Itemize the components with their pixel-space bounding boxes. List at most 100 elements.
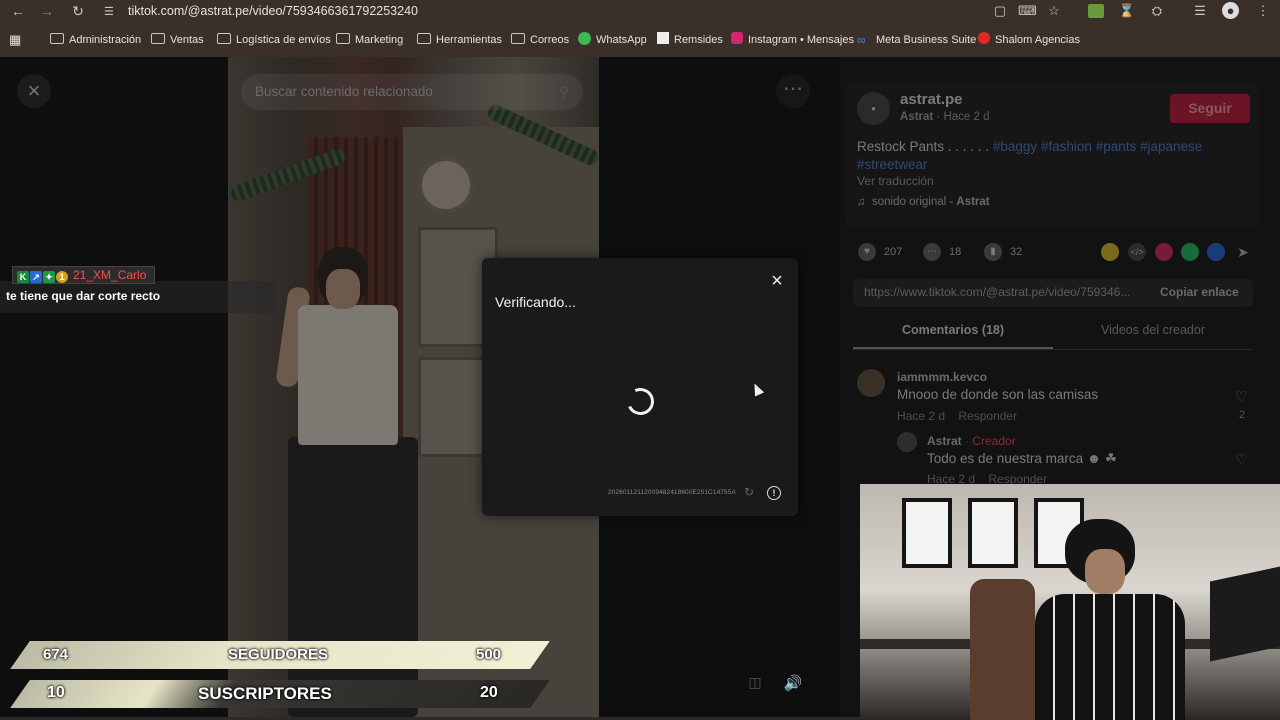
search-related-input[interactable]: Buscar contenido relacionado ⚲ [241, 74, 583, 110]
subs-label: SUSCRIPTORES [198, 684, 332, 703]
address-bar[interactable]: ☰ tiktok.com/@astrat.pe/video/75934663617… [104, 1, 984, 21]
bookmark-logistica[interactable]: Logística de envíos [217, 29, 331, 51]
bookmark-herramientas[interactable]: Herramientas [417, 29, 502, 51]
sound-link[interactable]: ♫ sonido original - Astrat [857, 196, 990, 208]
wall-poster [968, 498, 1018, 568]
forward-icon[interactable]: → [38, 2, 56, 20]
share-arrow-icon[interactable]: ➤ [1234, 243, 1252, 261]
more-options-button[interactable]: ⋯ [776, 74, 810, 108]
follow-button[interactable]: Seguir [1170, 94, 1250, 123]
creator-reply-avatar[interactable] [897, 432, 917, 452]
bookmark-whatsapp[interactable]: WhatsApp [578, 29, 647, 51]
bookmark-administracion[interactable]: Administración [50, 29, 141, 51]
share-friends-icon[interactable] [1101, 243, 1119, 261]
bookmark-label: Remsides [674, 34, 723, 46]
wall-poster [902, 498, 952, 568]
browser-menu-icon[interactable]: ⋮ [1254, 2, 1272, 20]
sound-author: Astrat [956, 196, 990, 208]
share-send-icon[interactable] [1155, 243, 1173, 261]
bookmark-label: Logística de envíos [236, 34, 331, 46]
bookmark-label: Meta Business Suite [876, 34, 977, 46]
like-button[interactable]: ♥ 207 [858, 243, 903, 262]
loading-spinner [623, 384, 658, 419]
pip-icon[interactable]: ◫ [745, 674, 765, 694]
chat-username: 21_XM_Carlo [73, 268, 147, 282]
bookmarks-bar: ▦ Administración Ventas Logística de env… [0, 29, 1280, 51]
bookmark-label: Administración [69, 34, 142, 46]
sound-label: sonido original - [872, 196, 957, 208]
hashtag-link[interactable]: #fashion [1041, 139, 1092, 154]
heart-icon: ♥ [858, 243, 876, 262]
apps-grid-icon[interactable]: ▦ [9, 29, 21, 51]
media-controls-icon[interactable]: ☰ [1191, 2, 1209, 20]
star-badge-icon: ✦ [43, 271, 55, 283]
monitor [1210, 566, 1280, 662]
search-icon[interactable]: ⚲ [559, 74, 569, 110]
creator-display-name[interactable]: Astrat [900, 111, 933, 123]
bookmark-shalom[interactable]: Shalom Agencias [978, 29, 1080, 51]
dialog-title: Verificando... [495, 294, 576, 310]
bookmark-instagram[interactable]: Instagram • Mensajes [731, 29, 854, 51]
video-link-text[interactable]: https://www.tiktok.com/@astrat.pe/video/… [864, 285, 1130, 299]
bookmark-remsides[interactable]: Remsides [657, 29, 723, 51]
commenter-avatar[interactable] [857, 369, 885, 397]
bookmark-star-icon[interactable]: ☆ [1045, 2, 1063, 20]
folder-icon [151, 33, 165, 44]
arrow-badge-icon: ↗ [30, 271, 42, 283]
profile-avatar-icon[interactable]: ● [1222, 2, 1239, 19]
copy-link-button[interactable]: Copiar enlace [1160, 285, 1239, 299]
reply-link[interactable]: Responder [958, 409, 1017, 423]
creator-username[interactable]: astrat.pe [900, 91, 963, 108]
bookmark-label: Herramientas [436, 34, 503, 46]
creator-avatar[interactable]: ● [857, 92, 890, 125]
tab-comments[interactable]: Comentarios (18) [853, 323, 1053, 337]
close-icon[interactable]: × [766, 270, 788, 292]
bookmark-label: Correos [530, 34, 570, 46]
bookmark-marketing[interactable]: Marketing [336, 29, 403, 51]
refresh-icon[interactable]: ↻ [744, 486, 757, 499]
shalom-icon [978, 32, 990, 44]
save-button[interactable]: ▮ 32 [984, 243, 1022, 262]
comment-like-icon[interactable]: ♡ [1235, 388, 1248, 405]
translate-link[interactable]: Ver traducción [857, 174, 934, 188]
like-count: 207 [884, 246, 903, 258]
tabs-divider [853, 349, 1253, 350]
info-icon[interactable]: ! [767, 486, 781, 500]
search-placeholder: Buscar contenido relacionado [255, 84, 433, 99]
extensions-puzzle-icon[interactable]: ⛭ [1148, 2, 1166, 20]
hashtag-link[interactable]: #streetwear [857, 157, 928, 172]
close-video-button[interactable]: × [17, 74, 51, 108]
reply-like-icon[interactable]: ♡ [1235, 451, 1248, 468]
comment-username[interactable]: iammmm.kevco [897, 370, 987, 384]
hashtag-link[interactable]: #japanese [1140, 139, 1202, 154]
back-icon[interactable]: ← [9, 2, 27, 20]
folder-icon [217, 33, 231, 44]
verification-code: 20260112112009482418600E251C14755A [608, 489, 736, 496]
meta-icon: ∞ [857, 33, 866, 47]
comment-icon: ⋯ [923, 243, 941, 262]
bookmark-ventas[interactable]: Ventas [151, 29, 204, 51]
bookmark-meta[interactable]: ∞ Meta Business Suite [857, 29, 976, 51]
browser-chrome: ← → ↻ ☰ tiktok.com/@astrat.pe/video/75934… [0, 0, 1280, 57]
bookmark-label: WhatsApp [596, 34, 647, 46]
folder-icon [50, 33, 64, 44]
reload-icon[interactable]: ↻ [69, 2, 87, 20]
bookmark-icon: ▮ [984, 243, 1002, 262]
embed-code-icon[interactable]: </> [1128, 243, 1146, 261]
share-facebook-icon[interactable] [1207, 243, 1225, 261]
hashtag-link[interactable]: #baggy [993, 139, 1037, 154]
volume-icon[interactable]: 🔊 [782, 674, 804, 694]
kick-badge-icon: K [17, 271, 29, 283]
share-whatsapp-icon[interactable] [1181, 243, 1199, 261]
tab-creator-videos[interactable]: Videos del creador [1053, 323, 1253, 337]
address-row: ← → ↻ ☰ tiktok.com/@astrat.pe/video/75934… [0, 0, 1280, 22]
install-app-icon[interactable]: ▢ [991, 2, 1009, 20]
hashtag-link[interactable]: #pants [1096, 139, 1137, 154]
extension-sheets-icon[interactable] [1088, 4, 1104, 18]
reply-username[interactable]: Astrat [927, 434, 962, 448]
comment-button[interactable]: ⋯ 18 [923, 243, 961, 262]
site-settings-icon[interactable]: ☰ [104, 2, 118, 22]
extension-hourglass-icon[interactable]: ⌛ [1118, 2, 1136, 20]
translate-icon[interactable]: ⌨ [1018, 2, 1037, 20]
bookmark-correos[interactable]: Correos [511, 29, 569, 51]
